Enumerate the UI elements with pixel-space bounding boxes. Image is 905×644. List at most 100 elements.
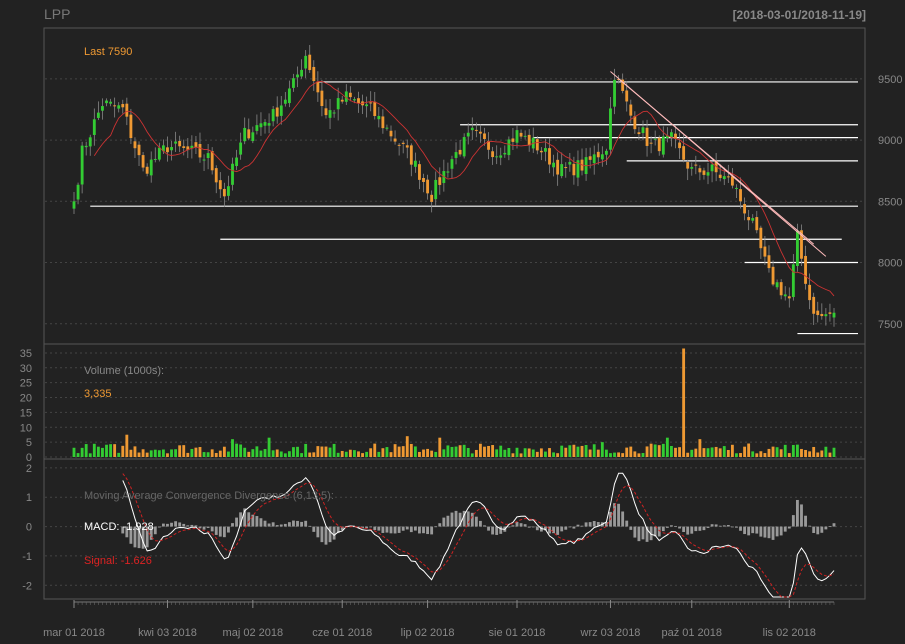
macd-histogram-bar xyxy=(287,522,291,527)
macd-histogram-bar xyxy=(409,526,413,533)
volume-bar xyxy=(592,444,596,457)
volume-bar xyxy=(478,443,482,457)
x-tick-label: mar 01 2018 xyxy=(43,627,105,639)
candle-body xyxy=(218,180,222,190)
chart-date-range: [2018-03-01/2018-11-19] xyxy=(733,8,866,22)
candle-body xyxy=(365,104,369,107)
macd-histogram-bar xyxy=(324,526,328,545)
candle-body xyxy=(328,110,332,118)
volume-bar xyxy=(828,452,832,457)
volume-bar xyxy=(186,452,190,457)
volume-bar xyxy=(235,443,238,457)
macd-histogram-bar xyxy=(308,525,312,527)
volume-bar xyxy=(369,448,373,457)
candle-body xyxy=(710,164,714,172)
candle-body xyxy=(718,174,722,178)
macd-histogram-bar xyxy=(791,515,795,527)
macd-histogram-bar xyxy=(576,524,580,527)
candle-body xyxy=(645,127,649,146)
volume-bar xyxy=(174,449,178,457)
macd-histogram-bar xyxy=(722,525,726,527)
macd-histogram-bar xyxy=(621,511,625,527)
volume-bar xyxy=(755,453,759,457)
volume-bar xyxy=(767,448,771,457)
candle-body xyxy=(320,90,324,107)
candle-body xyxy=(458,149,462,155)
volume-tick-label: 5 xyxy=(26,437,32,449)
volume-bar xyxy=(560,445,564,457)
candle-body xyxy=(791,264,795,298)
volume-bar xyxy=(483,446,486,457)
macd-histogram-bar xyxy=(413,526,417,531)
candle-body xyxy=(243,127,247,142)
candle-body xyxy=(604,150,608,155)
candle-body xyxy=(690,167,694,169)
volume-bar xyxy=(495,449,499,457)
volume-bar xyxy=(653,444,657,457)
macd-histogram-bar xyxy=(588,522,592,527)
volume-bar xyxy=(686,452,690,457)
volume-bar xyxy=(259,450,263,457)
candle-body xyxy=(357,98,360,104)
volume-bar xyxy=(580,445,584,457)
x-tick-label: maj 02 2018 xyxy=(223,627,284,639)
volume-bar xyxy=(474,449,478,457)
volume-bar xyxy=(657,445,661,457)
macd-histogram-bar xyxy=(426,526,430,535)
macd-histogram-bar xyxy=(393,526,397,534)
macd-histogram-bar xyxy=(527,526,531,528)
volume-tick-label: 20 xyxy=(20,393,32,405)
volume-bar xyxy=(625,447,629,457)
volume-bar xyxy=(816,452,820,457)
volume-bar xyxy=(617,452,621,457)
candle-body xyxy=(348,92,352,98)
macd-histogram-bar xyxy=(535,526,539,531)
price-tick-label: 7500 xyxy=(878,319,902,331)
macd-histogram-bar xyxy=(377,526,381,531)
volume-bar xyxy=(113,444,117,457)
candle-body xyxy=(340,99,344,102)
candle-body xyxy=(625,90,629,102)
candle-body xyxy=(121,104,125,108)
candle-body xyxy=(129,114,133,139)
candle-body xyxy=(730,176,734,186)
candle-body xyxy=(202,159,206,161)
candle-body xyxy=(267,123,271,126)
volume-bar xyxy=(328,447,332,457)
volume-bar xyxy=(137,452,141,457)
candle-body xyxy=(775,282,779,288)
macd-histogram-bar xyxy=(263,520,267,527)
candle-body xyxy=(653,138,657,140)
candle-body xyxy=(641,127,645,134)
candle-body xyxy=(446,171,450,173)
candle-body xyxy=(511,138,515,142)
volume-bar xyxy=(507,448,511,457)
chart-symbol: LPP xyxy=(44,6,70,22)
candle-body xyxy=(194,142,198,148)
macd-histogram-bar xyxy=(369,526,373,528)
candle-body xyxy=(133,141,137,149)
macd-histogram-bar xyxy=(365,526,369,529)
candle-body xyxy=(759,227,763,249)
candle-body xyxy=(283,99,287,104)
candle-body xyxy=(296,74,299,78)
volume-bar xyxy=(105,444,108,457)
macd-histogram-bar xyxy=(275,525,279,527)
candle-body xyxy=(385,127,389,129)
macd-histogram-bar xyxy=(743,526,747,535)
volume-bar xyxy=(190,448,194,457)
macd-histogram-bar xyxy=(568,526,572,528)
macd-histogram-bar xyxy=(828,526,832,527)
volume-bar xyxy=(430,450,434,457)
candle-body xyxy=(783,294,787,297)
volume-bar xyxy=(76,453,80,457)
candle-body xyxy=(214,168,218,183)
macd-tick-label: -2 xyxy=(22,580,32,592)
macd-histogram-bar xyxy=(483,525,486,527)
macd-histogram-bar xyxy=(487,526,490,531)
macd-histogram-bar xyxy=(726,524,730,527)
volume-bar xyxy=(698,439,702,457)
candle-body xyxy=(153,158,157,160)
macd-histogram-bar xyxy=(328,526,332,543)
macd-histogram-bar xyxy=(629,526,633,530)
